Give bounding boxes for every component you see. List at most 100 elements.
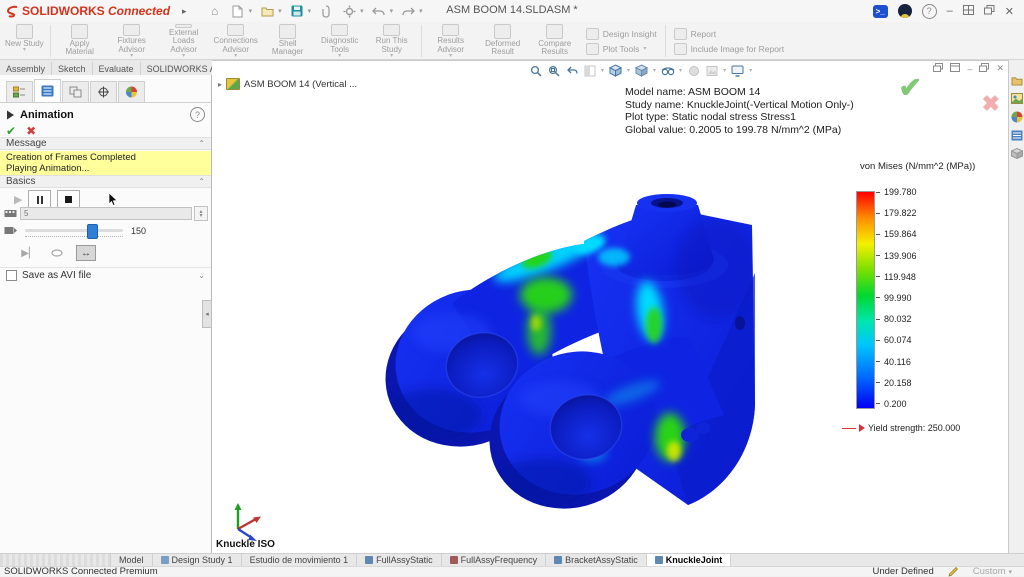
speed-slider-thumb[interactable] [87, 224, 98, 239]
tab-dimxpertmanager[interactable] [90, 81, 117, 102]
ribbon-button-include-image-for-report[interactable]: Include Image for Report [674, 43, 785, 55]
play-button[interactable]: ▶ [14, 193, 22, 206]
save-avi-checkbox[interactable] [6, 270, 17, 281]
tab-displaymanager[interactable] [118, 81, 145, 102]
previous-view-icon[interactable] [564, 64, 579, 77]
open-file-icon[interactable] [259, 3, 275, 19]
hide-show-items-icon[interactable] [660, 64, 675, 77]
model-3d-knuckle-joint[interactable] [332, 153, 792, 525]
report-icon [674, 28, 687, 40]
viewport-ok-button[interactable]: ✔ [899, 71, 922, 104]
redo-icon[interactable] [400, 3, 416, 19]
panel-collapse-handle[interactable]: ◂ [202, 300, 212, 328]
undo-icon[interactable] [371, 3, 387, 19]
doc-tab-estudio-de-movimiento-1[interactable]: Estudio de movimiento 1 [242, 554, 358, 566]
file-explorer-icon[interactable] [1011, 93, 1023, 104]
doc-minimize-icon[interactable]: – [967, 64, 972, 74]
viewport-cancel-button[interactable]: ✖ [982, 91, 1000, 117]
display-style-icon[interactable] [634, 64, 649, 77]
new-file-icon[interactable] [230, 3, 246, 19]
tab-configurationmanager[interactable] [62, 81, 89, 102]
basics-section-header[interactable]: Basics⌃ [0, 175, 211, 188]
include-image-for-report-icon [674, 43, 687, 55]
doc-tab-knucklejoint[interactable]: KnuckleJoint [647, 554, 732, 566]
doc-cascade-icon[interactable] [933, 63, 943, 74]
close-button[interactable]: ✕ [1005, 5, 1014, 18]
doc-tab-fullassystatic[interactable]: FullAssyStatic [357, 554, 442, 566]
save-icon[interactable] [289, 3, 305, 19]
ribbon-button-report[interactable]: Report [674, 28, 785, 40]
edit-appearance-icon[interactable] [686, 64, 701, 77]
command-search-icon[interactable]: >_ [873, 5, 888, 18]
tab-scrollbar[interactable] [0, 554, 111, 566]
restore-button[interactable] [984, 5, 995, 18]
tab-sketch[interactable]: Sketch [52, 62, 93, 75]
home-icon[interactable]: ⌂ [207, 3, 223, 19]
viewport-feature-tree[interactable]: ▸ ASM BOOM 14 (Vertical ... [218, 78, 357, 90]
dropdown-caret-icon: ▾ [182, 54, 185, 59]
graphics-area[interactable]: ▾ ▾ ▾ ▾ ▾ ▾ – ✕ ▸ ASM BOOM 14 (Vertical … [212, 60, 1008, 553]
legend-title: von Mises (N/mm^2 (MPa)) [842, 161, 992, 172]
apply-scene-icon[interactable] [704, 64, 719, 77]
doc-tab-fullassyfrequency[interactable]: FullAssyFrequency [442, 554, 547, 566]
ribbon-button-diagnostic-tools[interactable]: Diagnostic Tools▾ [314, 23, 366, 59]
legend-tick: 139.906 [876, 251, 917, 261]
ribbon-button-fixtures-advisor[interactable]: Fixtures Advisor▾ [106, 23, 158, 59]
doc-tab-design-study-1[interactable]: Design Study 1 [153, 554, 242, 566]
doc-restore-icon[interactable] [979, 63, 989, 74]
message-section-header[interactable]: Message⌃ [0, 137, 211, 150]
attach-icon[interactable] [318, 3, 334, 19]
panel-title: Animation [20, 109, 74, 121]
doc-tab-bracketassystatic[interactable]: BracketAssyStatic [546, 554, 647, 566]
user-avatar[interactable] [898, 4, 912, 18]
solidworks-resources-icon[interactable] [1011, 148, 1023, 159]
ribbon-button-external-loads-advisor[interactable]: External Loads Advisor▾ [158, 23, 210, 59]
reciprocate-button[interactable]: ↔ [76, 245, 96, 261]
layout-button[interactable] [963, 5, 974, 18]
menu-flyout-arrow-icon[interactable]: ▸ [182, 6, 187, 17]
speed-slider[interactable] [25, 229, 123, 232]
ok-button[interactable]: ✔ [6, 124, 16, 138]
tab-assembly[interactable]: Assembly [0, 62, 52, 75]
legend-tick: 0.200 [876, 399, 917, 409]
tab-evaluate[interactable]: Evaluate [93, 62, 141, 75]
loop-button[interactable] [48, 246, 66, 260]
appearances-icon[interactable] [1011, 111, 1023, 123]
ribbon-button-results-advisor[interactable]: Results Advisor▾ [425, 23, 477, 59]
frame-spinner[interactable]: ▴▾ [194, 206, 208, 221]
ribbon-button-apply-material[interactable]: Apply Material [54, 23, 106, 59]
settings-gear-icon[interactable] [341, 3, 357, 19]
doc-tile-icon[interactable] [950, 63, 960, 74]
edit-pencil-icon[interactable] [948, 567, 959, 577]
tab-featuremanager[interactable] [6, 81, 33, 102]
ribbon-button-shell-manager[interactable]: Shell Manager [262, 23, 314, 59]
command-manager-tabs: AssemblySketchEvaluateSOLIDWORKS Add-Ins… [0, 60, 213, 75]
section-view-icon[interactable] [582, 64, 597, 77]
units-selector[interactable]: Custom▾ [973, 566, 1012, 577]
view-settings-icon[interactable] [730, 64, 745, 77]
tab-propertymanager[interactable] [34, 79, 61, 102]
help-icon[interactable]: ? [922, 4, 937, 19]
ribbon-button-connections-advisor[interactable]: Connections Advisor▾ [210, 23, 262, 59]
ribbon-button-design-insight[interactable]: Design Insight [586, 28, 657, 40]
frame-scrubber[interactable]: 5 [20, 207, 192, 220]
doc-close-icon[interactable]: ✕ [996, 63, 1004, 74]
cancel-button[interactable]: ✖ [26, 124, 36, 138]
ribbon-button-new-study[interactable]: New Study▾ [2, 23, 47, 59]
ribbon-button-plot-tools[interactable]: Plot Tools▾ [586, 43, 657, 55]
doc-tab-label: FullAssyStatic [376, 555, 433, 565]
view-orientation-icon[interactable] [608, 64, 623, 77]
ribbon-button-deformed-result[interactable]: Deformed Result [477, 23, 529, 59]
zoom-area-icon[interactable] [546, 64, 561, 77]
custom-properties-icon[interactable] [1011, 130, 1023, 141]
design-library-icon[interactable] [1011, 76, 1023, 86]
dropdown-caret-icon: ▾ [390, 54, 393, 59]
tree-expand-icon[interactable]: ▸ [218, 80, 222, 89]
play-from-start-button[interactable]: ▶▏ [20, 246, 38, 260]
doc-tab-model[interactable]: Model [111, 554, 153, 566]
ribbon-button-run-this-study[interactable]: Run This Study▾ [366, 23, 418, 59]
minimize-button[interactable]: – [947, 5, 953, 17]
panel-help-icon[interactable]: ? [190, 107, 205, 122]
ribbon-button-compare-results[interactable]: Compare Results [529, 23, 581, 59]
zoom-fit-icon[interactable] [528, 64, 543, 77]
